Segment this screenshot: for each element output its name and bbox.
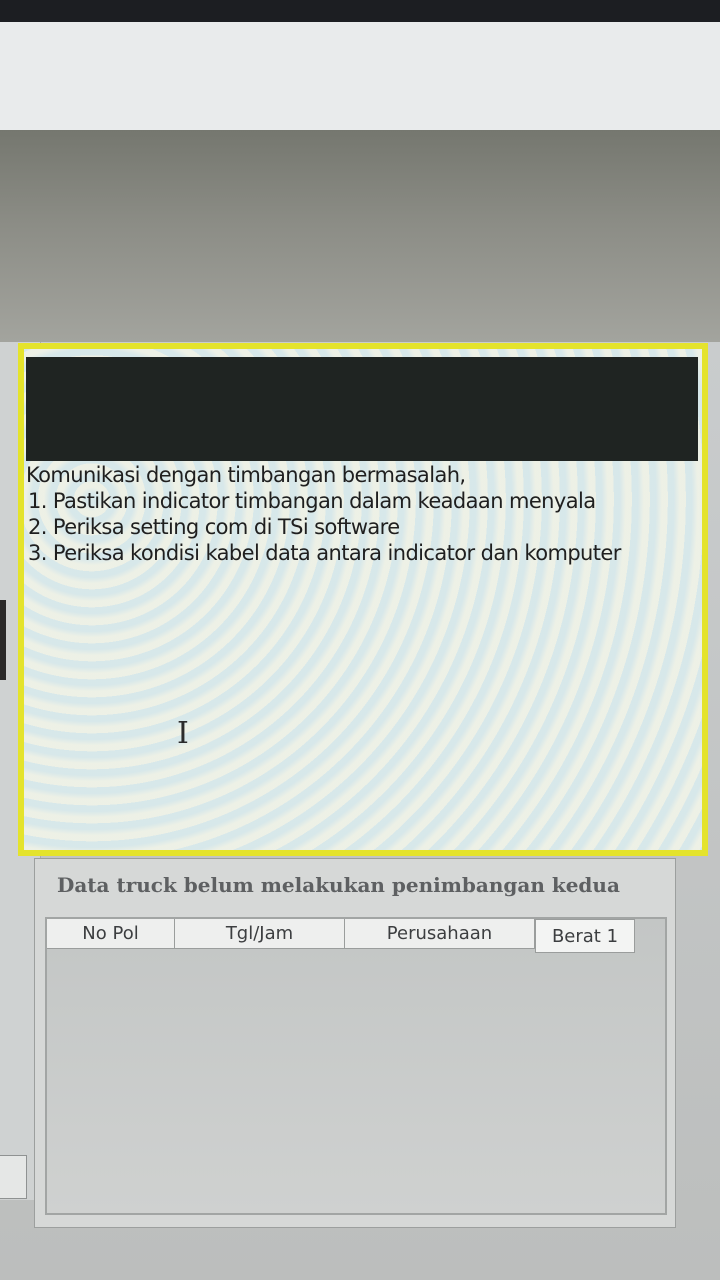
text-cursor-icon: I bbox=[177, 716, 189, 751]
left-panel-edge-tab bbox=[0, 644, 6, 680]
table-header-row: No Pol Tgl/Jam Perusahaan Berat 1 bbox=[47, 919, 635, 953]
message-line: 1. Pastikan indicator timbangan dalam ke… bbox=[28, 489, 596, 513]
pending-trucks-title: Data truck belum melakukan penimbangan k… bbox=[57, 873, 620, 897]
left-panel-edge-tab bbox=[0, 600, 6, 644]
column-header-no-pol[interactable]: No Pol bbox=[47, 919, 175, 949]
column-header-tgl-jam[interactable]: Tgl/Jam bbox=[175, 919, 345, 949]
column-header-perusahaan[interactable]: Perusahaan bbox=[345, 919, 535, 949]
status-message-panel: Komunikasi dengan timbangan bermasalah, … bbox=[18, 343, 708, 856]
message-line: 3. Periksa kondisi kabel data antara ind… bbox=[28, 541, 621, 565]
monitor-bezel bbox=[0, 0, 720, 22]
message-header-bar bbox=[26, 357, 698, 461]
window-top-strip bbox=[0, 22, 720, 130]
pending-trucks-groupbox: Data truck belum melakukan penimbangan k… bbox=[34, 858, 676, 1228]
status-message-text[interactable]: Komunikasi dengan timbangan bermasalah, … bbox=[26, 462, 698, 566]
pending-trucks-table[interactable]: No Pol Tgl/Jam Perusahaan Berat 1 bbox=[45, 917, 667, 1215]
left-panel-field[interactable] bbox=[0, 1155, 27, 1199]
window-background-band bbox=[0, 130, 720, 342]
column-header-berat-1[interactable]: Berat 1 bbox=[535, 919, 635, 953]
message-line: 2. Periksa setting com di TSi software bbox=[28, 515, 400, 539]
message-line: Komunikasi dengan timbangan bermasalah, bbox=[26, 463, 466, 487]
